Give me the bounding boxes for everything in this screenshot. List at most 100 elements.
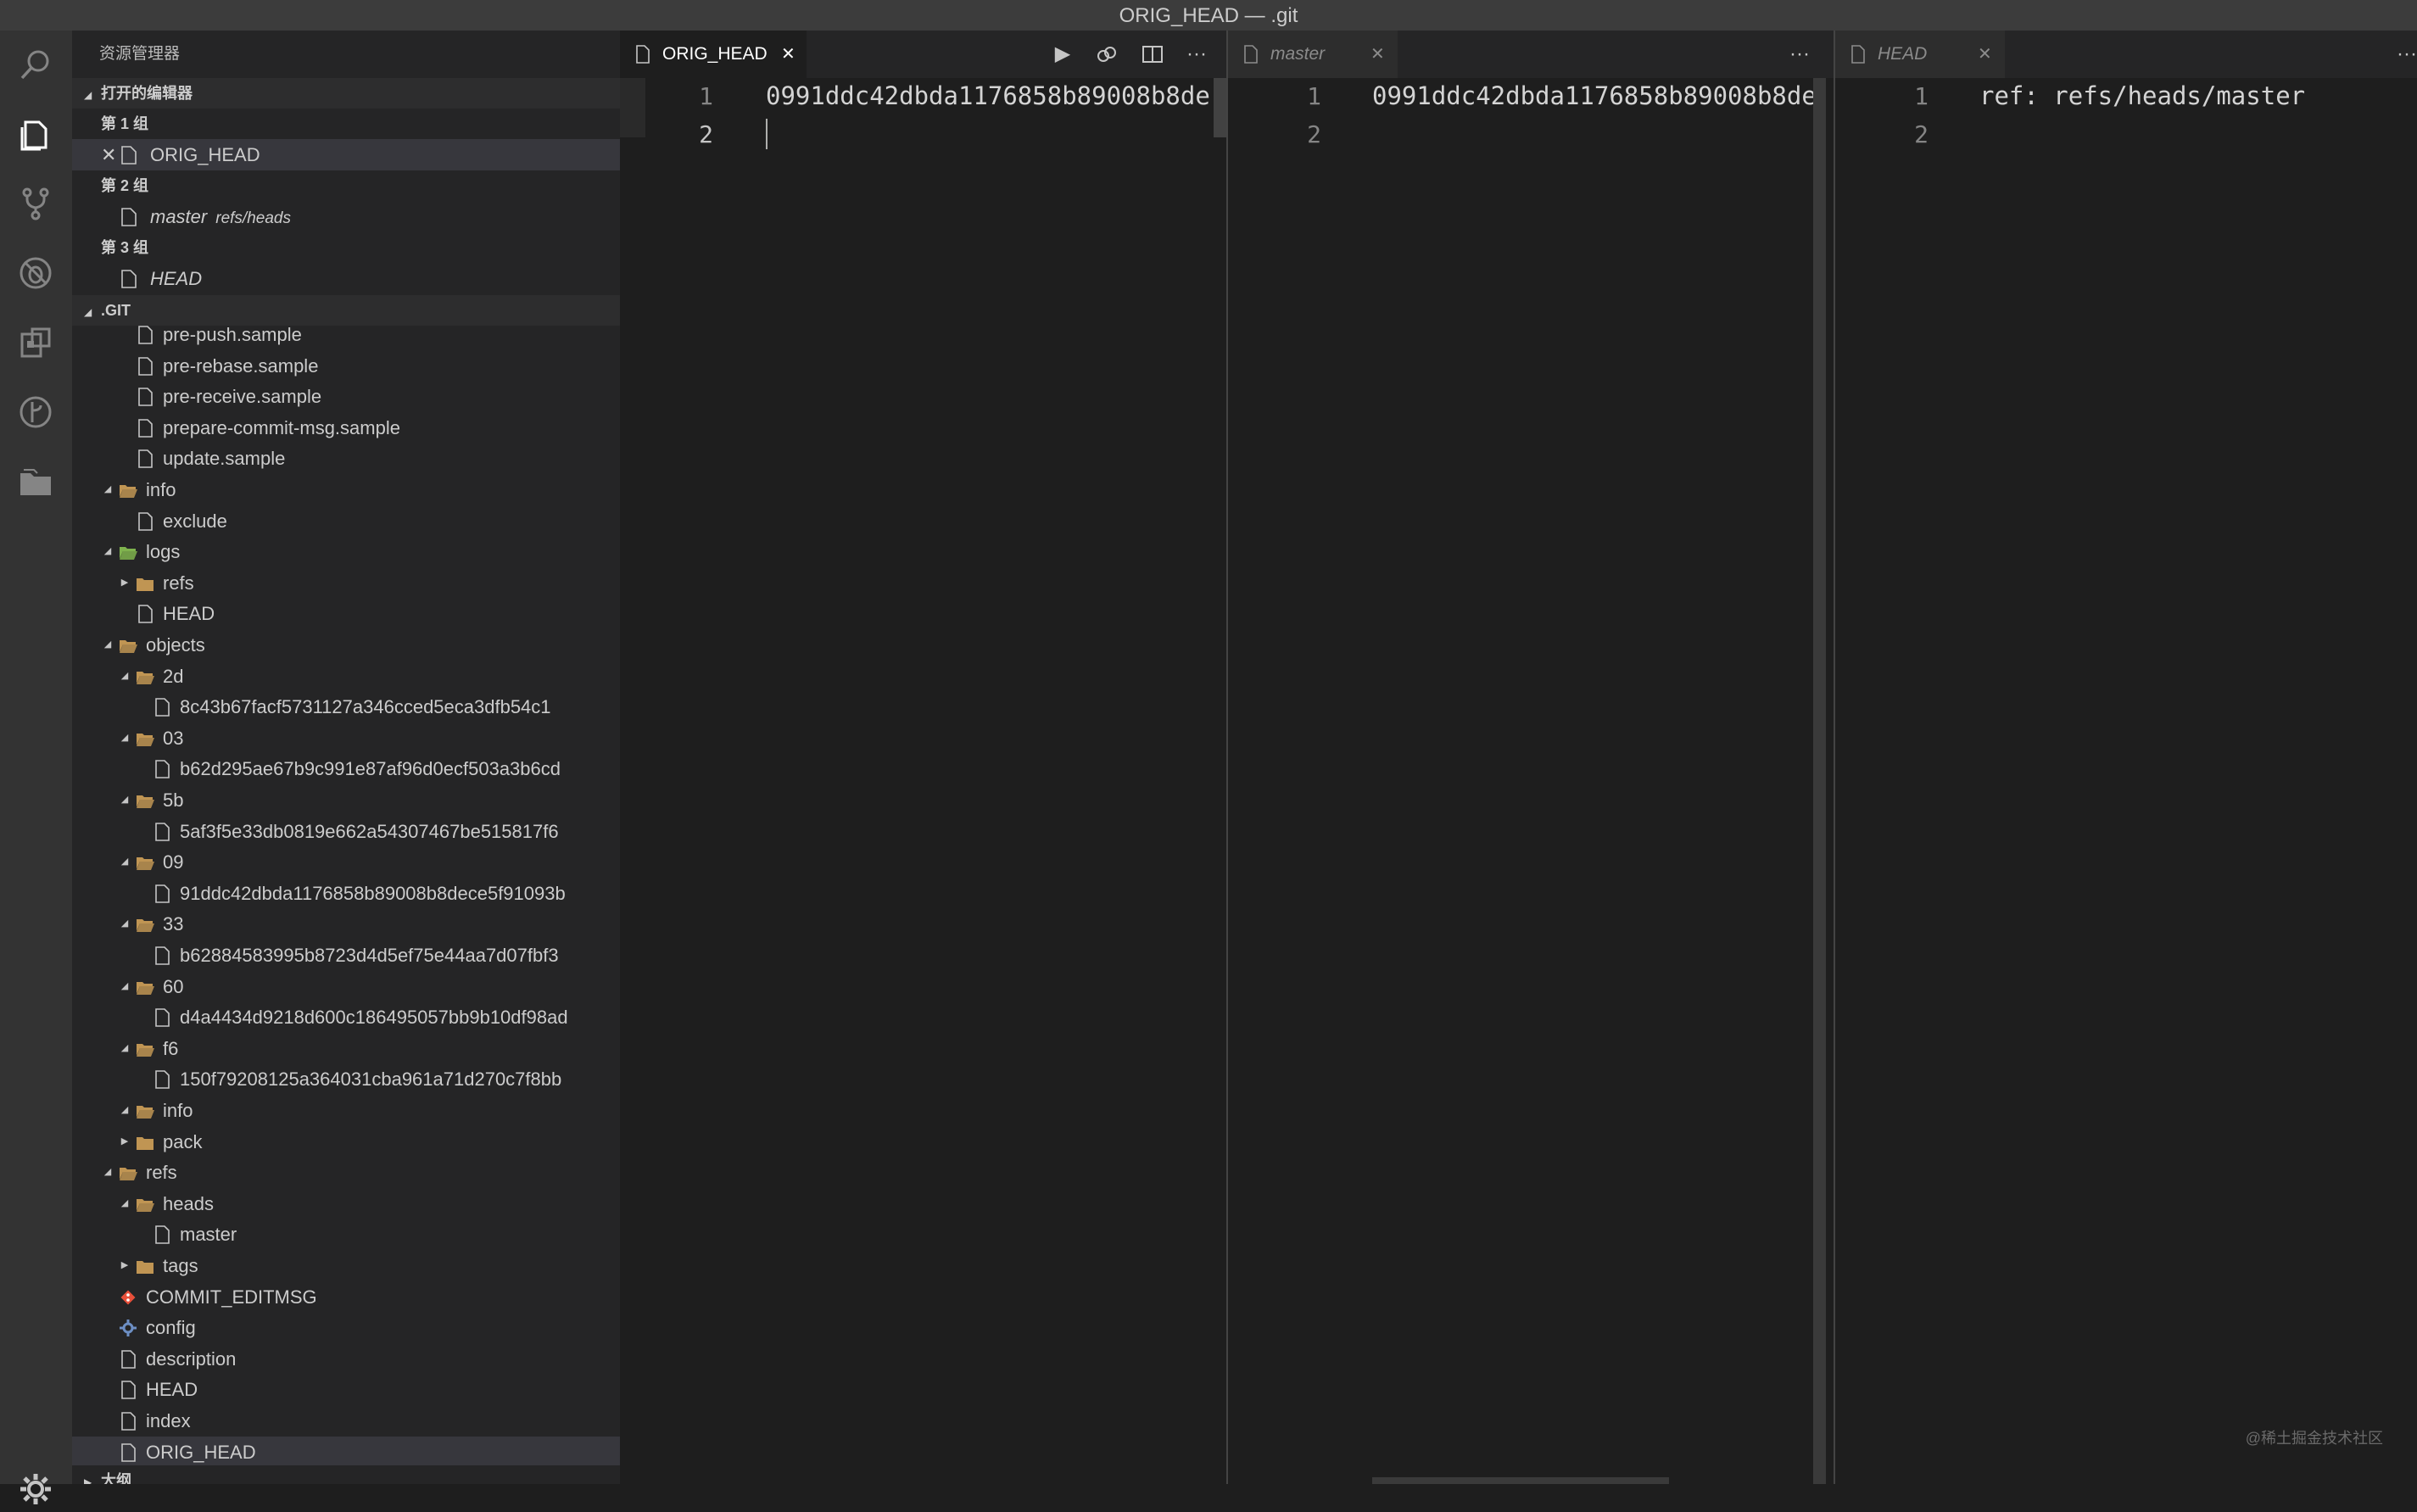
- tree-item[interactable]: ◢objects: [72, 629, 620, 661]
- gear-icon[interactable]: [17, 1470, 54, 1508]
- tree-item[interactable]: ◢f6: [72, 1033, 620, 1064]
- tree-item[interactable]: pre-push.sample: [72, 326, 620, 350]
- vertical-scrollbar[interactable]: [1813, 78, 1826, 1484]
- tree-item[interactable]: 5af3f5e33db0819e662a54307467be515817f6: [72, 816, 620, 847]
- chevron-down-icon[interactable]: ◢: [100, 1157, 115, 1188]
- tree-item[interactable]: HEAD: [72, 598, 620, 629]
- tree-item-label: update.sample: [163, 443, 285, 474]
- file-icon: [119, 1381, 137, 1399]
- tree-item[interactable]: ORIG_HEAD: [72, 1437, 620, 1468]
- tab-orig-head[interactable]: ORIG_HEAD ✕: [620, 31, 807, 78]
- project-manager-icon[interactable]: [17, 463, 54, 500]
- chevron-down-icon[interactable]: ◢: [100, 629, 115, 661]
- outline-header[interactable]: ▶大纲: [72, 1465, 620, 1484]
- tree-item[interactable]: ◢5b: [72, 784, 620, 816]
- folder-open-icon: [136, 978, 154, 996]
- tree-item[interactable]: exclude: [72, 505, 620, 537]
- chevron-down-icon[interactable]: ◢: [117, 784, 132, 816]
- close-icon[interactable]: ✕: [101, 139, 116, 170]
- tree-item[interactable]: config: [72, 1312, 620, 1343]
- close-icon[interactable]: ✕: [1978, 31, 1992, 78]
- more-actions-icon[interactable]: ···: [2395, 42, 2417, 66]
- close-icon[interactable]: ✕: [1370, 31, 1385, 78]
- explorer-icon[interactable]: [17, 115, 54, 153]
- search-icon[interactable]: [17, 46, 54, 83]
- tree-item[interactable]: description: [72, 1343, 620, 1375]
- open-changes-icon[interactable]: [1095, 42, 1119, 66]
- open-editor-head[interactable]: HEAD: [72, 263, 620, 294]
- source-control-icon[interactable]: [17, 185, 54, 222]
- open-editor-master[interactable]: masterrefs/heads: [72, 201, 620, 232]
- tree-item[interactable]: b62884583995b8723d4d5ef75e44aa7d07fbf3: [72, 940, 620, 971]
- tree-item[interactable]: ◢03: [72, 723, 620, 754]
- tree-item[interactable]: ◢logs: [72, 536, 620, 567]
- tree-item[interactable]: pre-rebase.sample: [72, 350, 620, 382]
- chevron-right-icon[interactable]: ▶: [117, 1126, 132, 1158]
- tree-item[interactable]: b62d295ae67b9c991e87af96d0ecf503a3b6cd: [72, 753, 620, 784]
- tree-item[interactable]: ◢09: [72, 846, 620, 878]
- tree-item[interactable]: ◢2d: [72, 661, 620, 692]
- chevron-down-icon[interactable]: ◢: [117, 661, 132, 692]
- tree-item[interactable]: ◢info: [72, 474, 620, 505]
- run-icon[interactable]: ▶: [1051, 42, 1075, 66]
- file-icon: [136, 512, 154, 531]
- open-editor-description: refs/heads: [215, 209, 291, 227]
- tree-item[interactable]: index: [72, 1405, 620, 1437]
- extensions-icon[interactable]: [17, 324, 54, 361]
- chevron-down-icon[interactable]: ◢: [117, 908, 132, 940]
- tab-bar: master ✕ ···: [1228, 31, 1834, 78]
- tree-item[interactable]: prepare-commit-msg.sample: [72, 412, 620, 444]
- chevron-right-icon[interactable]: ▶: [117, 567, 132, 599]
- tree-item[interactable]: ◢refs: [72, 1157, 620, 1188]
- chevron-down-icon[interactable]: ◢: [117, 846, 132, 878]
- chevron-down-icon[interactable]: ◢: [100, 536, 115, 567]
- tree-item[interactable]: update.sample: [72, 443, 620, 474]
- glyph-margin: [620, 78, 645, 137]
- vertical-scrollbar[interactable]: [1214, 78, 1226, 137]
- no-bug-icon[interactable]: [17, 254, 54, 292]
- tab-master[interactable]: master ✕: [1228, 31, 1398, 78]
- split-editor-icon[interactable]: [1141, 42, 1164, 66]
- file-icon: [136, 419, 154, 438]
- tree-item[interactable]: ▶pack: [72, 1126, 620, 1158]
- tree-item[interactable]: HEAD: [72, 1374, 620, 1405]
- chevron-down-icon[interactable]: ◢: [117, 1188, 132, 1219]
- open-editor-orig-head[interactable]: ✕ ORIG_HEAD: [72, 139, 620, 170]
- tree-item[interactable]: 150f79208125a364031cba961a71d270c7f8bb: [72, 1063, 620, 1095]
- close-icon[interactable]: ✕: [781, 31, 795, 78]
- tree-item[interactable]: COMMIT_EDITMSG: [72, 1281, 620, 1313]
- chevron-right-icon[interactable]: ▶: [117, 1250, 132, 1281]
- chevron-down-icon[interactable]: ◢: [117, 1095, 132, 1126]
- tab-head[interactable]: HEAD ✕: [1835, 31, 2005, 78]
- code-line: ref: refs/heads/master: [1979, 81, 2305, 110]
- tree-item[interactable]: ◢heads: [72, 1188, 620, 1219]
- tree-item[interactable]: d4a4434d9218d600c186495057bb9b10df98ad: [72, 1001, 620, 1033]
- tree-item[interactable]: 8c43b67facf5731127a346cced5eca3dfb54c1: [72, 691, 620, 723]
- tree-item[interactable]: ▶ refs: [72, 567, 620, 599]
- tree-item-label: refs: [163, 567, 194, 599]
- tree-item[interactable]: ◢33: [72, 908, 620, 940]
- chevron-down-icon[interactable]: ◢: [117, 971, 132, 1002]
- tree-item[interactable]: master: [72, 1219, 620, 1250]
- file-icon: [136, 605, 154, 623]
- horizontal-scrollbar[interactable]: [1372, 1477, 1669, 1484]
- tree-item-label: b62d295ae67b9c991e87af96d0ecf503a3b6cd: [180, 753, 561, 784]
- tree-item[interactable]: ◢info: [72, 1095, 620, 1126]
- tree-item[interactable]: ◢ 60: [72, 971, 620, 1002]
- chevron-down-icon[interactable]: ◢: [100, 474, 115, 505]
- tree-item[interactable]: ▶tags: [72, 1250, 620, 1281]
- more-actions-icon[interactable]: ···: [1185, 42, 1208, 66]
- file-icon: [153, 698, 171, 717]
- tree-item-label: description: [146, 1343, 236, 1375]
- folder-header[interactable]: ◢.GIT: [72, 295, 620, 326]
- chevron-down-icon[interactable]: ◢: [117, 723, 132, 754]
- open-editors-group-2: 第 2 组: [72, 170, 620, 201]
- tree-item-label: index: [146, 1405, 191, 1437]
- git-graph-icon[interactable]: [17, 393, 54, 431]
- tree-item-label: 60: [163, 971, 183, 1002]
- open-editors-header[interactable]: ◢打开的编辑器: [72, 78, 620, 109]
- tree-item[interactable]: pre-receive.sample: [72, 381, 620, 412]
- tree-item[interactable]: 91ddc42dbda1176858b89008b8dece5f91093b: [72, 878, 620, 909]
- chevron-down-icon[interactable]: ◢: [117, 1033, 132, 1064]
- more-actions-icon[interactable]: ···: [1788, 42, 1811, 66]
